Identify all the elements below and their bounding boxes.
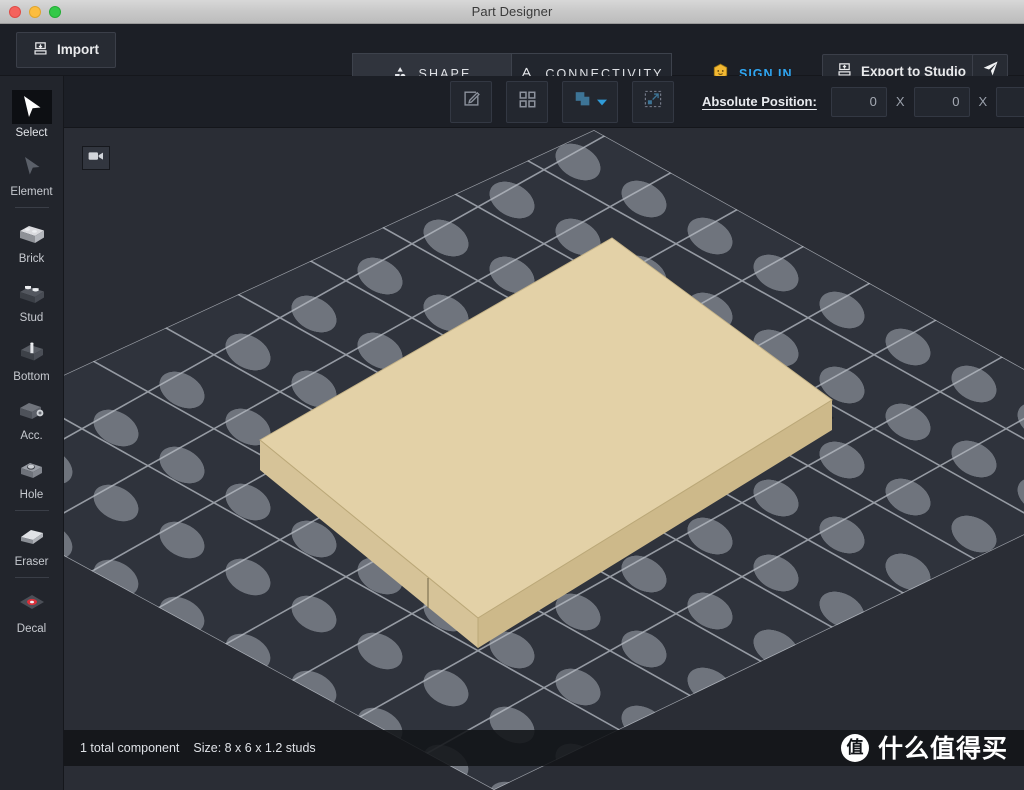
top-toolbar: Import SHAPE CONNECTIVITY SIGN IN Export…	[0, 24, 1024, 95]
part-designer-window: Part Designer Import SHAPE CONNECTIVITY …	[0, 0, 1024, 790]
decal-icon	[12, 586, 52, 620]
position-separator-1: X	[895, 94, 905, 109]
stud-icon	[12, 275, 52, 309]
cursor-arrow-icon	[11, 90, 52, 124]
eraser-icon	[12, 519, 52, 553]
boolean-operation-button[interactable]	[562, 80, 618, 123]
bottom-tube-icon	[12, 334, 52, 368]
hole-icon	[12, 452, 52, 486]
sidebar-label-eraser: Eraser	[14, 556, 49, 568]
video-camera-icon	[88, 149, 104, 167]
cursor-outline-icon	[12, 149, 52, 183]
sidebar-label-stud: Stud	[19, 312, 44, 324]
sidebar-label-hole: Hole	[19, 489, 44, 501]
brick-icon	[12, 216, 52, 250]
accessory-icon	[12, 393, 52, 427]
position-z-input[interactable]	[996, 86, 1024, 117]
3d-viewport[interactable]: 1 total component Size: 8 x 6 x 1.2 stud…	[64, 128, 1024, 790]
absolute-position-label: Absolute Position:	[702, 94, 817, 109]
part-size-text: Size: 8 x 6 x 1.2 studs	[193, 741, 316, 755]
position-separator-2: X	[978, 94, 988, 109]
window-controls	[9, 0, 61, 24]
maximize-window-button[interactable]	[49, 6, 61, 18]
import-label: Import	[57, 42, 99, 57]
minimize-window-button[interactable]	[29, 6, 41, 18]
scene-render	[64, 130, 1024, 790]
sidebar-item-hole[interactable]: Hole	[0, 446, 64, 505]
close-window-button[interactable]	[9, 6, 21, 18]
sidebar-item-accessory[interactable]: Acc.	[0, 387, 64, 446]
sidebar-label-decal: Decal	[16, 623, 47, 635]
transform-scale-button[interactable]	[632, 80, 674, 123]
grid-view-button[interactable]	[506, 80, 548, 123]
rail-divider-2	[14, 510, 49, 511]
position-y-input[interactable]	[913, 86, 970, 117]
shape-toolbar: Absolute Position: X X	[64, 76, 1024, 128]
import-button[interactable]: Import	[16, 31, 116, 68]
union-shapes-icon	[573, 89, 593, 114]
status-bar: 1 total component Size: 8 x 6 x 1.2 stud…	[64, 730, 1024, 766]
component-count-text: 1 total component	[80, 741, 180, 755]
camera-view-button[interactable]	[82, 146, 110, 170]
window-title: Part Designer	[471, 4, 553, 19]
sidebar-label-accessory: Acc.	[20, 430, 43, 442]
sidebar-item-brick[interactable]: Brick	[0, 210, 64, 269]
chevron-down-icon	[597, 93, 607, 111]
position-x-input[interactable]	[830, 86, 887, 117]
sidebar-item-decal[interactable]: Decal	[0, 580, 64, 639]
sidebar-item-bottom[interactable]: Bottom	[0, 328, 64, 387]
import-tray-icon	[33, 41, 48, 59]
watermark: 值 什么值得买	[840, 733, 1008, 763]
window-titlebar: Part Designer	[0, 0, 1024, 24]
tool-rail: Select Element Brick Stud Bottom Acc. Ho…	[0, 76, 64, 790]
edit-shape-button[interactable]	[450, 80, 492, 123]
watermark-badge: 值	[840, 734, 869, 762]
sidebar-label-bottom: Bottom	[13, 371, 50, 383]
sidebar-label-element: Element	[10, 186, 53, 198]
sidebar-label-select: Select	[15, 127, 48, 139]
sidebar-label-brick: Brick	[18, 253, 45, 265]
rail-divider-3	[14, 577, 49, 578]
watermark-text: 什么值得买	[877, 733, 1008, 763]
scale-arrow-icon	[643, 89, 663, 114]
grid-four-squares-icon	[518, 90, 537, 114]
sidebar-item-element[interactable]: Element	[0, 143, 64, 202]
sidebar-item-select[interactable]: Select	[0, 84, 64, 143]
pencil-square-icon	[461, 89, 481, 114]
sidebar-item-eraser[interactable]: Eraser	[0, 513, 64, 572]
rail-divider-1	[14, 207, 49, 208]
sidebar-item-stud[interactable]: Stud	[0, 269, 64, 328]
